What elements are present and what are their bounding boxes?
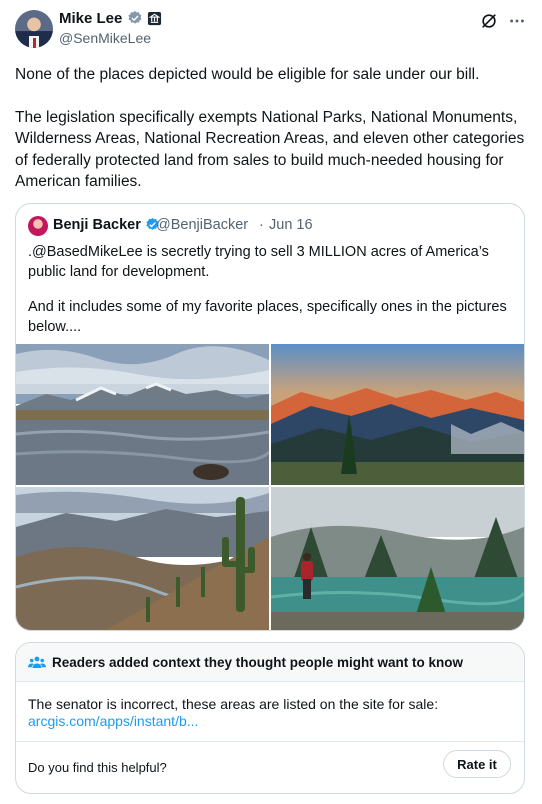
quoted-avatar[interactable]	[28, 216, 48, 236]
verified-badge-icon	[128, 11, 142, 24]
quoted-name-row[interactable]: Benji Backer	[53, 217, 160, 233]
post-paragraph-2: The legislation specifically exempts Nat…	[15, 108, 525, 191]
quoted-separator: ·	[259, 217, 264, 233]
desert-cactus-photo[interactable]	[16, 487, 269, 630]
helpful-question: Do you find this helpful?	[28, 760, 167, 775]
community-note-link[interactable]: arcgis.com/apps/instant/b...	[28, 713, 198, 729]
rate-it-button[interactable]: Rate it	[443, 750, 511, 778]
quoted-handle[interactable]: @BenjiBacker	[156, 217, 248, 233]
more-icon[interactable]	[508, 12, 526, 30]
photo-grid	[16, 344, 524, 630]
government-badge-icon	[147, 11, 161, 26]
author-name-row[interactable]: Mike Lee	[59, 10, 162, 27]
sunset-peaks-photo[interactable]	[271, 344, 524, 485]
community-note-title: Readers added context they thought peopl…	[52, 655, 464, 670]
forest-hiker-photo[interactable]	[271, 487, 524, 630]
quoted-paragraph-2: And it includes some of my favorite plac…	[28, 299, 507, 335]
quoted-name[interactable]: Benji Backer	[53, 217, 141, 233]
top-actions	[480, 12, 526, 30]
people-icon	[28, 656, 46, 668]
community-note-text: The senator is incorrect, these areas ar…	[28, 696, 439, 712]
community-note: Readers added context they thought peopl…	[15, 642, 525, 794]
grok-icon[interactable]	[480, 12, 498, 30]
quoted-paragraph-1: .@BasedMikeLee is secretly trying to sel…	[28, 244, 489, 280]
author-avatar[interactable]	[15, 10, 53, 48]
post-text: None of the places depicted would be eli…	[15, 64, 525, 214]
author-handle[interactable]: @SenMikeLee	[59, 30, 151, 46]
quoted-text: .@BasedMikeLee is secretly trying to sel…	[28, 242, 514, 352]
post-paragraph-1: None of the places depicted would be eli…	[15, 66, 480, 83]
quoted-post[interactable]: Benji Backer @BenjiBacker · Jun 16 .@Bas…	[15, 203, 525, 631]
quoted-date[interactable]: Jun 16	[269, 217, 313, 233]
lake-mountains-photo[interactable]	[16, 344, 269, 485]
author-name[interactable]: Mike Lee	[59, 10, 122, 27]
